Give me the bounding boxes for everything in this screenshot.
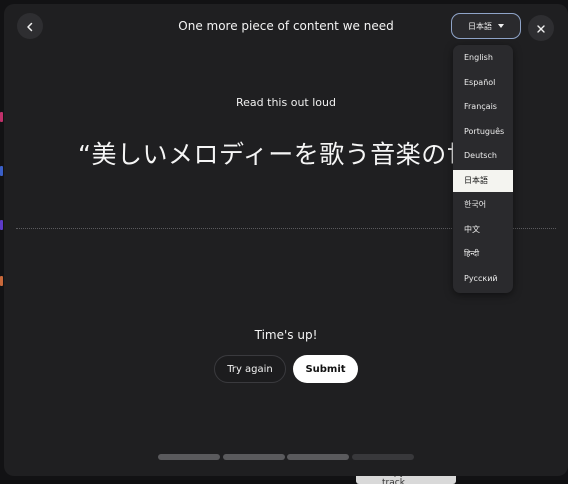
modal-title: One more piece of content we need	[178, 19, 394, 33]
progress-step-3	[287, 454, 349, 460]
back-button[interactable]	[17, 13, 43, 39]
prompt-text: “美しいメロディーを歌う音楽の世	[78, 140, 473, 169]
progress-step-1	[158, 454, 220, 460]
try-again-button[interactable]: Try again	[214, 355, 286, 383]
language-option-japanese[interactable]: 日本語	[453, 170, 513, 192]
progress-step-2	[223, 454, 285, 460]
language-option-spanish[interactable]: Español	[453, 72, 513, 94]
progress-step-4	[352, 454, 414, 460]
submit-button[interactable]: Submit	[293, 355, 358, 383]
language-option-chinese[interactable]: 中文	[453, 219, 513, 241]
read-aloud-modal: One more piece of content we need 日本語 Re…	[4, 4, 568, 476]
chevron-left-icon	[25, 17, 35, 36]
language-option-russian[interactable]: Русский	[453, 268, 513, 290]
edge-marker	[0, 166, 3, 176]
close-button[interactable]	[528, 15, 554, 41]
edge-marker	[0, 276, 3, 286]
language-option-hindi[interactable]: हिन्दी	[453, 243, 513, 265]
edge-marker	[0, 112, 3, 122]
close-icon	[536, 19, 546, 38]
read-instruction: Read this out loud	[236, 96, 336, 109]
language-dropdown-menu: English Español Français Português Deuts…	[453, 45, 513, 293]
edge-marker	[0, 220, 3, 230]
caret-down-icon	[498, 24, 504, 28]
language-option-portuguese[interactable]: Português	[453, 121, 513, 143]
language-option-korean[interactable]: 한국어	[453, 194, 513, 216]
language-option-english[interactable]: English	[453, 47, 513, 69]
language-select-value: 日本語	[468, 21, 492, 31]
language-option-german[interactable]: Deutsch	[453, 145, 513, 167]
status-message: Time's up!	[254, 328, 318, 342]
language-select-button[interactable]: 日本語	[451, 13, 521, 39]
language-option-french[interactable]: Français	[453, 96, 513, 118]
